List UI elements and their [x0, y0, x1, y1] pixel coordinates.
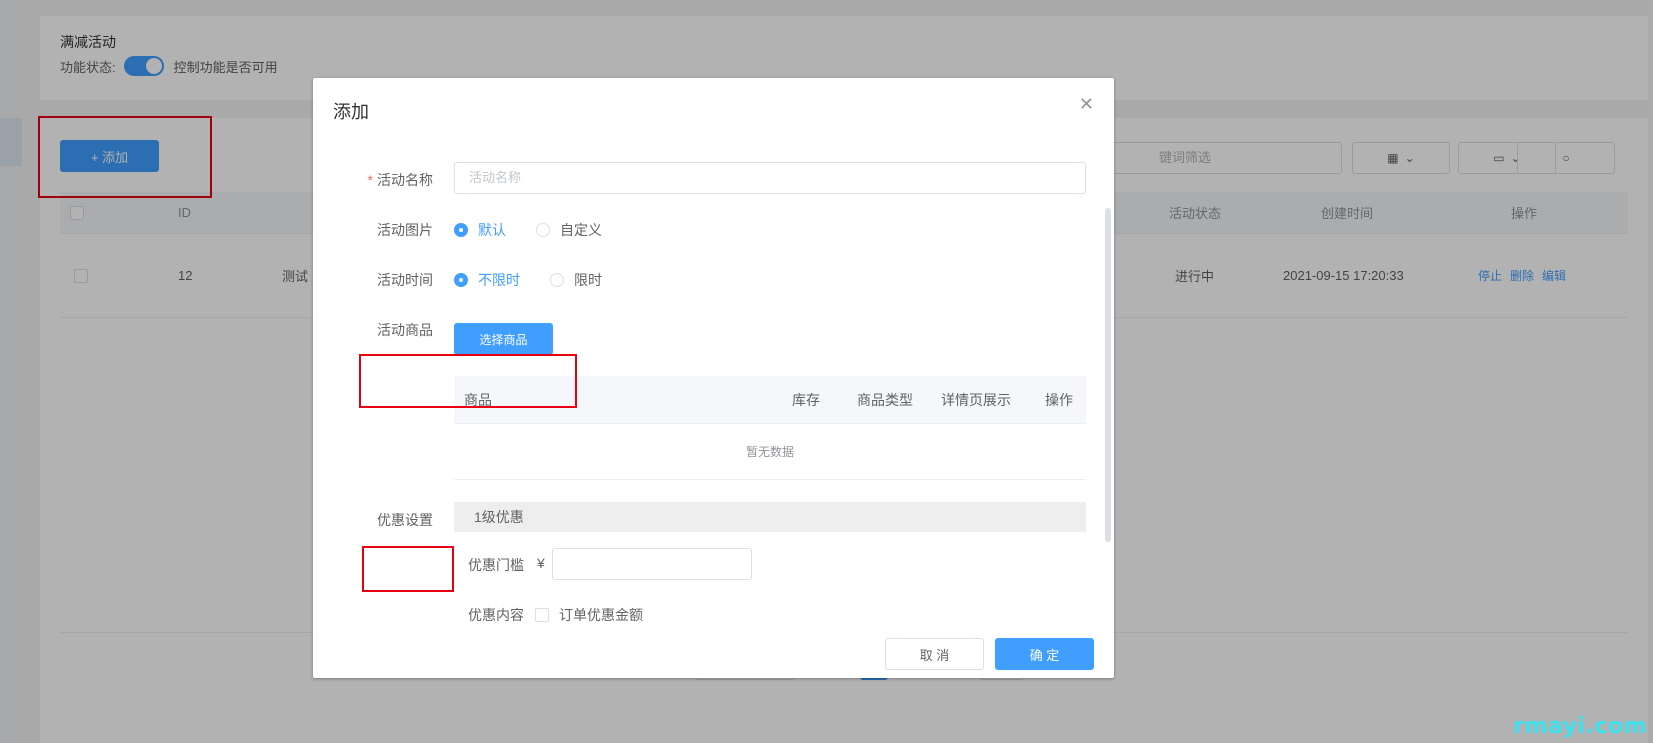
- cancel-button[interactable]: 取 消: [885, 638, 984, 670]
- threshold-input[interactable]: [552, 548, 752, 580]
- time-radio-limited[interactable]: 限时: [550, 270, 602, 290]
- time-radio-unlimited[interactable]: 不限时: [454, 270, 520, 290]
- col-goods-type: 商品类型: [857, 392, 913, 408]
- col-goods-ops: 操作: [1045, 392, 1073, 408]
- activity-name-label: * 活动名称: [367, 172, 433, 188]
- dialog-scrollbar[interactable]: [1105, 208, 1111, 542]
- select-goods-button[interactable]: 选择商品: [454, 323, 553, 355]
- order-discount-checkbox[interactable]: 订单优惠金额: [535, 605, 643, 625]
- col-stock: 库存: [792, 392, 820, 408]
- confirm-button[interactable]: 确 定: [995, 638, 1094, 670]
- highlight-discount: [362, 546, 454, 592]
- close-icon[interactable]: ✕: [1079, 94, 1094, 115]
- goods-table-header: 商品 库存 商品类型 详情页展示 操作: [454, 376, 1086, 424]
- activity-goods-label: 活动商品: [377, 322, 433, 338]
- col-detail-display: 详情页展示: [941, 392, 1011, 408]
- threshold-label: 优惠门槛: [468, 557, 524, 573]
- level-title: 1级优惠: [454, 502, 1086, 532]
- dialog-footer: 取 消 确 定: [313, 628, 1114, 678]
- currency-symbol: ¥: [537, 555, 545, 571]
- goods-table: 商品 库存 商品类型 详情页展示 操作 暂无数据: [454, 376, 1086, 480]
- empty-text: 暂无数据: [454, 424, 1086, 480]
- col-goods: 商品: [464, 392, 492, 408]
- watermark: rmayi.com: [1513, 714, 1647, 739]
- activity-name-input[interactable]: 活动名称: [454, 162, 1086, 194]
- image-radio-default[interactable]: 默认: [454, 220, 506, 240]
- activity-time-label: 活动时间: [377, 272, 433, 288]
- content-label: 优惠内容: [468, 607, 524, 623]
- activity-image-label: 活动图片: [377, 222, 433, 238]
- dialog-body: * 活动名称 活动名称 活动图片 默认 自定义 活动时间 不限时 限时 活动商品 …: [313, 128, 1114, 628]
- add-dialog: 添加 ✕ * 活动名称 活动名称 活动图片 默认 自定义 活动时间 不限时 限时 …: [313, 78, 1114, 678]
- image-radio-custom[interactable]: 自定义: [536, 220, 602, 240]
- dialog-title: 添加: [333, 102, 369, 122]
- discount-settings-label: 优惠设置: [377, 512, 433, 528]
